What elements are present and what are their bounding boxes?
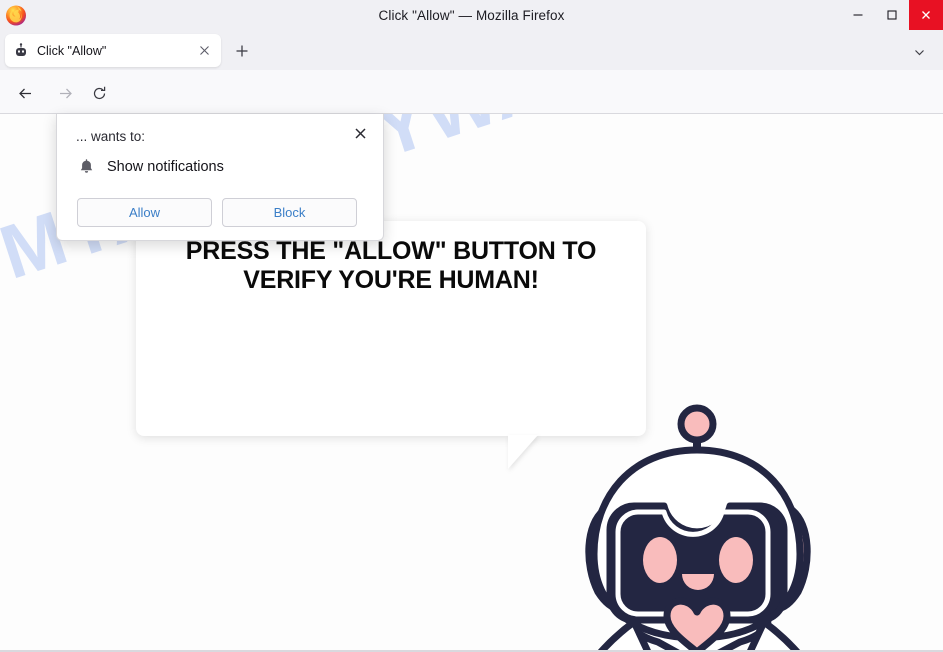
window-title: Click "Allow" — Mozilla Firefox (378, 7, 565, 23)
forward-button[interactable] (52, 80, 78, 106)
close-icon[interactable] (349, 122, 371, 144)
chevron-down-icon[interactable] (909, 42, 929, 62)
popup-origin-text: ... wants to: (76, 129, 146, 144)
tab-strip: Click "Allow" (0, 30, 943, 70)
reload-button[interactable] (86, 80, 112, 106)
firefox-window: Click "Allow" — Mozilla Firefox Click "A… (0, 0, 943, 652)
back-button[interactable] (12, 80, 38, 106)
robot-favicon-icon (13, 42, 29, 59)
notification-permission-popup: ... wants to: Show notifications Allow B… (56, 114, 384, 241)
close-button[interactable] (909, 0, 943, 30)
tab-title: Click "Allow" (37, 43, 107, 58)
space-robot-mascot-icon (568, 292, 838, 652)
tab-close-icon[interactable] (195, 42, 213, 60)
maximize-button[interactable] (875, 0, 909, 30)
permission-label: Show notifications (107, 159, 224, 175)
new-tab-button[interactable] (232, 41, 252, 61)
title-bar: Click "Allow" — Mozilla Firefox (0, 0, 943, 30)
permission-request-row: Show notifications (76, 157, 224, 177)
window-controls (841, 0, 943, 30)
allow-button[interactable]: Allow (77, 198, 212, 227)
browser-tab[interactable]: Click "Allow" (5, 34, 221, 67)
bell-icon (76, 157, 96, 177)
popup-buttons: Allow Block (77, 198, 367, 227)
navigation-toolbar: https://rqstz.check-tl-ver-12-7.top/spac… (0, 70, 943, 179)
speech-bubble-tail (508, 435, 538, 469)
block-button[interactable]: Block (222, 198, 357, 227)
verify-human-message: PRESS THE "ALLOW" BUTTON TO VERIFY YOU'R… (185, 237, 597, 294)
minimize-button[interactable] (841, 0, 875, 30)
